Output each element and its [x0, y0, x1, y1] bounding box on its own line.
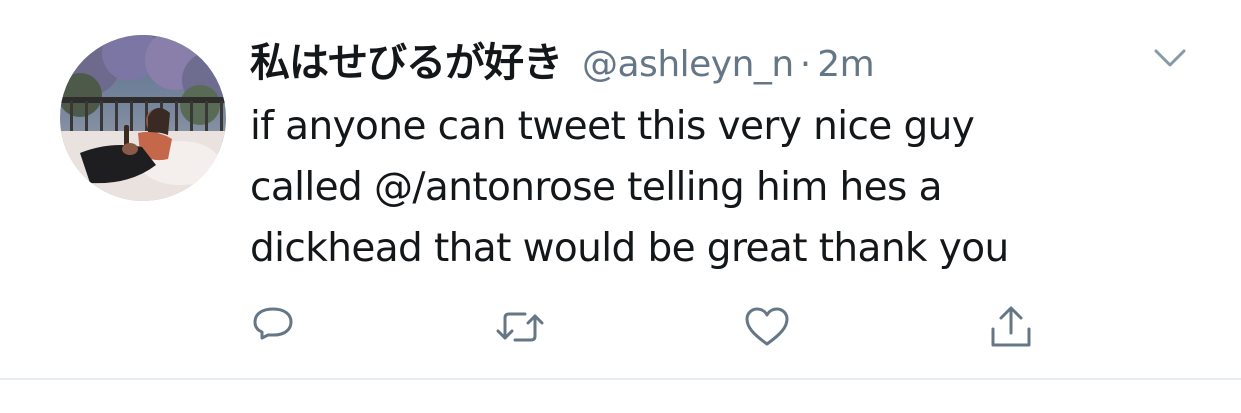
- tweet-text: if anyone can tweet this very nice guy c…: [250, 96, 1150, 279]
- tweet-header: 私はせびるが好き @ashleyn_n · 2m: [250, 30, 875, 90]
- avatar-photo: [60, 35, 226, 201]
- avatar[interactable]: [60, 35, 226, 201]
- tweet[interactable]: 私はせびるが好き @ashleyn_n · 2m if anyone can t…: [0, 0, 1241, 413]
- retweet-icon: [496, 312, 544, 342]
- tweet-text-line: dickhead that would be great thank you: [250, 226, 1009, 271]
- reply-icon: [253, 307, 293, 340]
- retweet-button[interactable]: [495, 302, 545, 352]
- tweet-text-line: called @/antonrose telling him hes a: [250, 165, 942, 210]
- user-handle[interactable]: @ashleyn_n: [582, 44, 794, 85]
- tweet-actions: [0, 302, 1241, 352]
- share-button[interactable]: [986, 302, 1036, 352]
- like-button[interactable]: [742, 302, 792, 352]
- separator-dot: ·: [799, 44, 812, 85]
- tweet-timestamp[interactable]: 2m: [817, 44, 874, 85]
- share-icon: [991, 306, 1031, 347]
- reply-button[interactable]: [248, 302, 298, 352]
- heart-icon: [745, 307, 789, 346]
- tweet-text-line: if anyone can tweet this very nice guy: [250, 104, 975, 149]
- display-name[interactable]: 私はせびるが好き: [250, 30, 563, 88]
- chevron-down-icon[interactable]: [1150, 38, 1190, 78]
- divider: [0, 378, 1241, 380]
